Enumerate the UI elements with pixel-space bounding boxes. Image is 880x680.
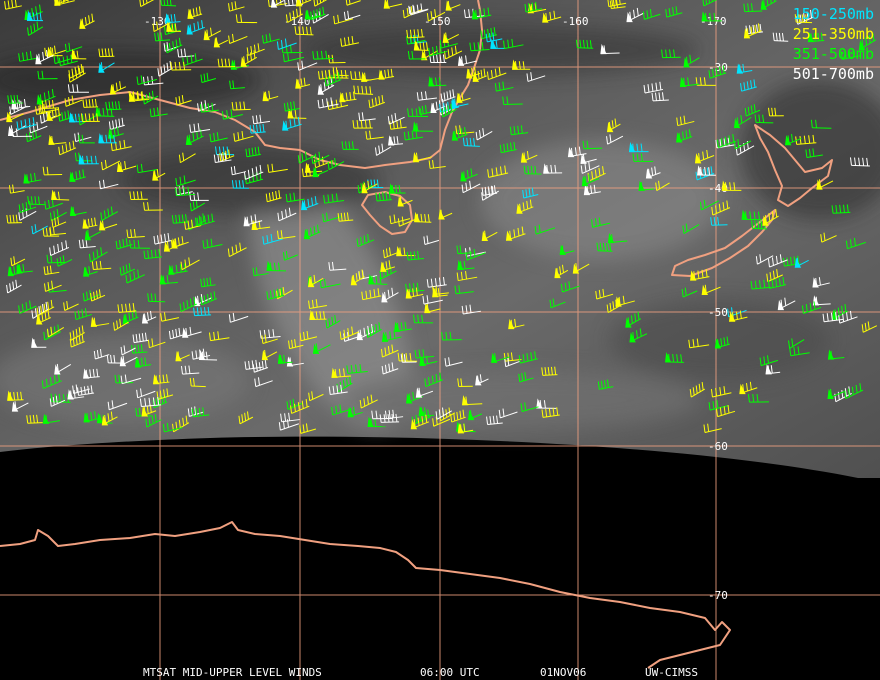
footer-product: MTSAT MID-UPPER LEVEL WINDS bbox=[143, 666, 322, 679]
longitude-label: -160 bbox=[562, 15, 589, 28]
latitude-label: -30 bbox=[708, 61, 728, 74]
footer-time: 06:00 UTC bbox=[420, 666, 480, 679]
satellite-wind-map: -130 -140 -150 -160 -170 -30 -40 -50 -60 -70 150-… bbox=[0, 0, 880, 680]
legend-item-501-700mb: 501-700mb bbox=[792, 65, 874, 83]
legend-item-251-350mb: 251-350mb bbox=[792, 25, 874, 43]
legend-item-351-500mb: 351-500mb bbox=[792, 45, 874, 63]
legend-item-150-250mb: 150-250mb bbox=[792, 5, 874, 23]
footer-source: UW-CIMSS bbox=[645, 666, 698, 679]
latitude-label: -70 bbox=[708, 589, 728, 602]
footer-date: 01NOV06 bbox=[540, 666, 587, 679]
latitude-label: -50 bbox=[708, 306, 728, 319]
latitude-label: -60 bbox=[708, 440, 728, 453]
pressure-level-legend: 150-250mb 251-350mb 351-500mb 501-700mb bbox=[793, 4, 874, 84]
map-canvas: -130 -140 -150 -160 -170-30-40-50-60-70 bbox=[0, 0, 880, 680]
